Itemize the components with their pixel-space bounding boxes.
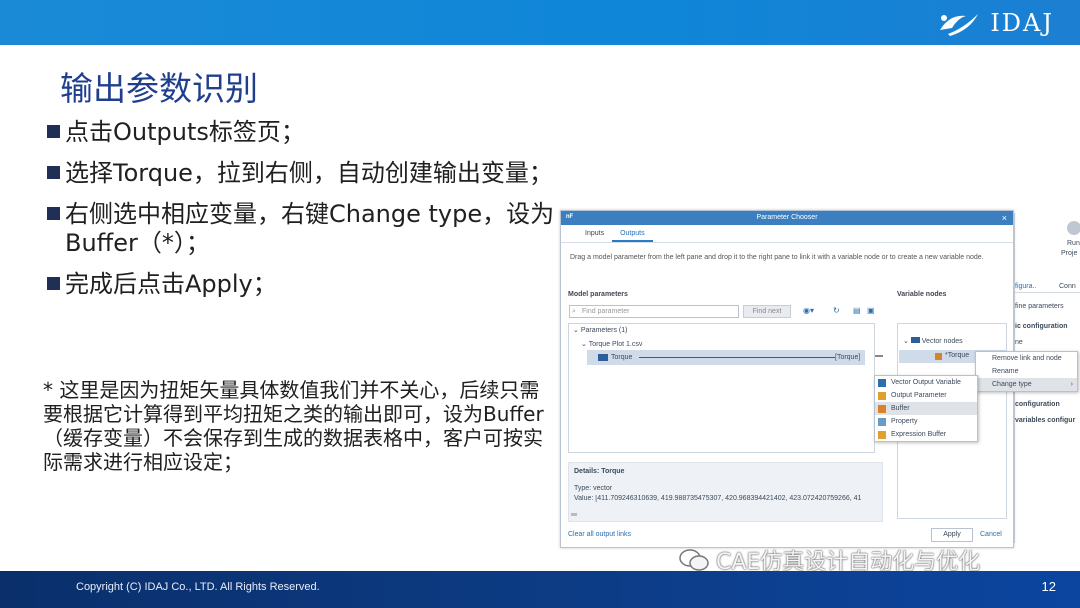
page-number: 12	[1041, 579, 1056, 594]
buffer-icon	[935, 353, 942, 360]
tree-item-label: Torque	[611, 354, 633, 361]
bullet-item: 右侧选中相应变量，右键Change type，设为Buffer（*）；	[45, 200, 555, 258]
bullet-text: 右侧选中相应变量，右键Change type，设为Buffer（*）；	[65, 200, 555, 257]
wechat-icon	[679, 549, 709, 571]
dialog-title: Parameter Chooser	[756, 214, 818, 221]
bullet-list: 点击Outputs标签页； 选择Torque，拉到右侧，自动创建输出变量； 右侧…	[45, 118, 555, 311]
tab-configuration[interactable]: figura..	[1015, 283, 1036, 290]
menu-item-remove-link[interactable]: Remove link and node	[976, 352, 1077, 365]
vector-nodes-label: Vector nodes	[921, 338, 963, 345]
bullet-text: 选择Torque，拉到右侧，自动创建输出变量；	[65, 159, 553, 187]
tree-item-torque[interactable]: Torque [Torque]	[587, 350, 865, 365]
configuration-label-2: configuration	[1015, 401, 1060, 408]
menu-item-rename[interactable]: Rename	[976, 365, 1077, 378]
slide-title: 输出参数识别	[60, 69, 258, 108]
buffer-type-icon	[878, 405, 886, 413]
refresh-icon[interactable]: ↻	[833, 306, 840, 315]
details-panel: Details: Torque Type: vector Value: [411…	[568, 462, 883, 522]
tree-file[interactable]: ⌄ Torque Plot 1.csv	[581, 340, 642, 348]
find-next-button[interactable]: Find next	[743, 305, 791, 318]
submenu-output-parameter[interactable]: Output Parameter	[875, 389, 977, 402]
vector-icon	[598, 354, 608, 361]
footnote: * 这里是因为扭矩矢量具体数值我们并不关心，后续只需要根据它计算得到平均扭矩之类…	[43, 378, 544, 474]
tab-inputs[interactable]: Inputs	[577, 225, 612, 242]
change-type-label: Change type	[992, 381, 1032, 388]
bullet-item: 完成后点击Apply；	[45, 270, 555, 299]
project-label: Proje	[1061, 250, 1078, 257]
footer-bar: Copyright (C) IDAJ Co., LTD. All Rights …	[0, 571, 1080, 608]
tree-root-label: Parameters (1)	[580, 327, 628, 334]
expression-buffer-icon	[878, 431, 886, 439]
submenu-buffer[interactable]: Buffer	[875, 402, 977, 415]
link-line	[639, 357, 835, 358]
vector-node-icon	[910, 337, 920, 343]
logo-text: IDAJ	[990, 9, 1054, 37]
tree-root[interactable]: ⌄ Parameters (1)	[573, 326, 628, 334]
run-label: Run	[1067, 240, 1080, 247]
bullet-item: 点击Outputs标签页；	[45, 118, 555, 147]
bullet-square-icon	[47, 207, 60, 220]
submenu-property[interactable]: Property	[875, 415, 977, 428]
submenu-expression-buffer[interactable]: Expression Buffer	[875, 428, 977, 441]
tree-file-label: Torque Plot 1.csv	[588, 341, 643, 348]
idaj-logo: IDAJ	[936, 6, 1054, 40]
details-type: Type: vector	[574, 485, 613, 492]
expand-icon[interactable]: ▤	[853, 306, 861, 315]
bullet-square-icon	[47, 166, 60, 179]
chevron-right-icon: ›	[1070, 381, 1073, 388]
copyright-text: Copyright (C) IDAJ Co., LTD. All Rights …	[76, 581, 320, 593]
variables-config-label: variables configur	[1015, 417, 1076, 424]
search-icon: ⌕	[572, 308, 576, 315]
apply-button[interactable]: Apply	[931, 528, 973, 542]
change-type-submenu: Vector Output Variable Output Parameter …	[874, 375, 978, 442]
run-icon	[1067, 221, 1080, 235]
cancel-button[interactable]: Cancel	[980, 531, 1002, 538]
vector-output-icon	[878, 379, 886, 387]
bullet-item: 选择Torque，拉到右侧，自动创建输出变量；	[45, 159, 555, 188]
output-parameter-icon	[878, 392, 886, 400]
dialog-titlebar: nF Parameter Chooser ×	[561, 211, 1013, 225]
bullet-square-icon	[47, 125, 60, 138]
context-menu: Remove link and node Rename Change type ›	[975, 351, 1078, 392]
tab-connections[interactable]: Conn	[1059, 283, 1076, 290]
variable-node-label: *Torque	[945, 352, 970, 359]
bullet-square-icon	[47, 277, 60, 290]
model-parameters-label: Model parameters	[568, 291, 628, 298]
tab-bar: Inputs Outputs	[561, 225, 1013, 243]
name-label: ne	[1015, 339, 1023, 346]
bullet-text: 点击Outputs标签页；	[65, 118, 305, 146]
details-title: Details: Torque	[574, 468, 625, 475]
configuration-label: ic configuration	[1015, 323, 1068, 330]
logo-swoosh-icon	[940, 14, 979, 36]
clear-output-links-link[interactable]: Clear all output links	[568, 531, 631, 538]
linked-node-label: [Torque]	[835, 354, 861, 361]
menu-item-change-type[interactable]: Change type ›	[976, 378, 1077, 391]
bullet-text: 完成后点击Apply；	[65, 270, 277, 298]
collapse-icon[interactable]: ▣	[867, 306, 875, 315]
scrollbar[interactable]	[571, 513, 577, 516]
view-icon[interactable]: ◉▾	[803, 306, 814, 315]
find-parameter-input[interactable]: ⌕ Find parameter	[569, 305, 739, 318]
vector-nodes-root[interactable]: ⌄ Vector nodes	[903, 337, 963, 345]
app-icon: nF	[565, 214, 574, 220]
details-value: Value: [411.709246310639, 419.9887354753…	[574, 495, 862, 502]
variable-nodes-label: Variable nodes	[897, 291, 947, 298]
property-icon	[878, 418, 886, 426]
close-icon[interactable]: ×	[1002, 211, 1007, 225]
dialog-description: Drag a model parameter from the left pan…	[570, 254, 984, 261]
top-banner: IDAJ	[0, 0, 1080, 45]
search-placeholder: Find parameter	[582, 308, 630, 315]
submenu-vector-output-variable[interactable]: Vector Output Variable	[875, 376, 977, 389]
define-parameters-label: fine parameters	[1015, 303, 1064, 310]
tab-outputs[interactable]: Outputs	[612, 225, 653, 242]
